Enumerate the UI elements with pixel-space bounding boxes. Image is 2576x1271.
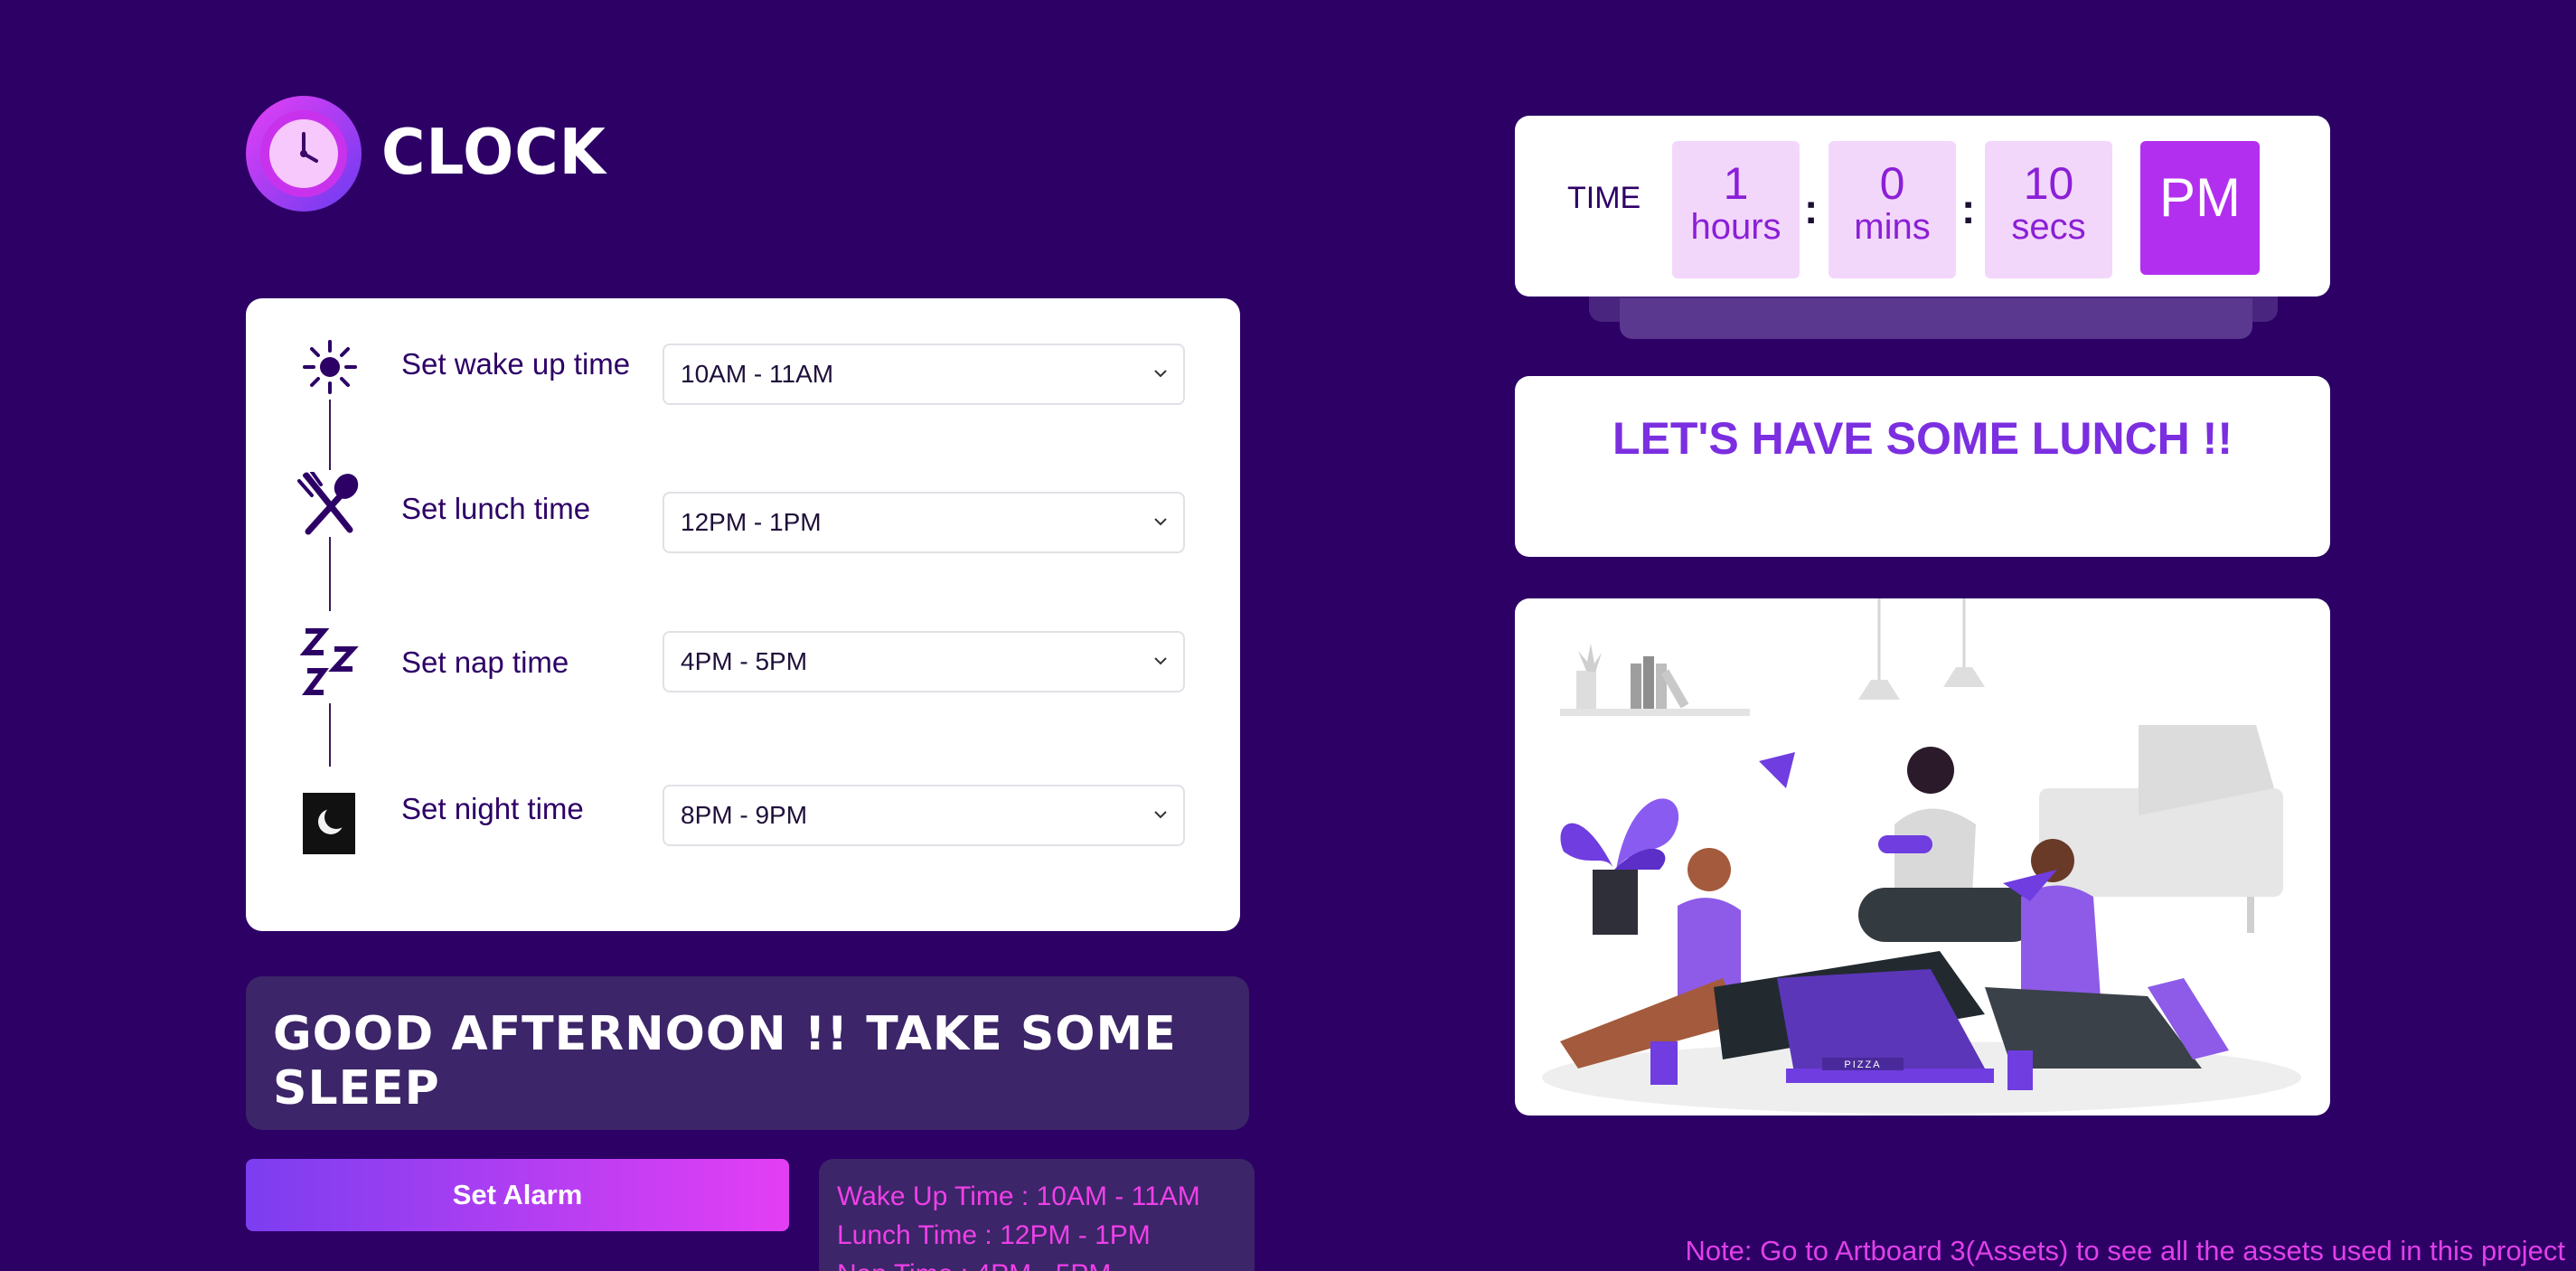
mins-unit: mins <box>1854 207 1931 247</box>
moon-icon <box>303 793 355 854</box>
lunch-illustration: PIZZA <box>1542 598 2301 1114</box>
time-separator: : <box>1804 185 1819 232</box>
chevron-down-icon <box>1154 657 1167 665</box>
hours-value: 1 <box>1723 158 1749 209</box>
timeline-connector <box>329 400 331 470</box>
alarm-summary-panel: Wake Up Time : 10AM - 11AM Lunch Time : … <box>819 1159 1255 1271</box>
mins-box: 0 mins <box>1829 141 1956 278</box>
sun-icon <box>303 340 357 394</box>
time-display-card: TIME 1 hours : 0 mins : 10 secs PM <box>1515 116 2330 297</box>
nap-time-select[interactable]: 4PM - 5PM <box>663 631 1185 692</box>
assets-note: Note: Go to Artboard 3(Assets) to see al… <box>1685 1235 2565 1266</box>
ampm-indicator: PM <box>2140 141 2260 275</box>
lunch-label: Set lunch time <box>401 492 591 525</box>
nap-time-value: 4PM - 5PM <box>681 647 808 675</box>
lunch-time-value: 12PM - 1PM <box>681 508 822 536</box>
app-title: CLOCK <box>381 116 606 189</box>
greeting-text: GOOD AFTERNOON !! TAKE SOME SLEEP <box>273 1007 1177 1116</box>
mins-value: 0 <box>1879 158 1905 209</box>
message-card: LET'S HAVE SOME LUNCH !! <box>1515 376 2330 557</box>
chevron-down-icon <box>1154 811 1167 819</box>
time-label: TIME <box>1567 181 1641 215</box>
greeting-panel: GOOD AFTERNOON !! TAKE SOME SLEEP <box>246 976 1249 1130</box>
schedule-settings-card: Set wake up time 10AM - 11AM Set lunch t… <box>246 298 1240 931</box>
summary-lunch: Lunch Time : 12PM - 1PM <box>837 1220 1151 1250</box>
hours-unit: hours <box>1690 207 1782 247</box>
clock-logo-icon <box>246 96 362 212</box>
wake-up-time-value: 10AM - 11AM <box>681 360 834 388</box>
night-time-value: 8PM - 9PM <box>681 801 808 829</box>
set-alarm-button[interactable]: Set Alarm <box>246 1159 789 1231</box>
hours-box: 1 hours <box>1672 141 1800 278</box>
nap-label: Set nap time <box>401 645 569 679</box>
chevron-down-icon <box>1154 518 1167 526</box>
secs-unit: secs <box>2011 207 2086 247</box>
secs-box: 10 secs <box>1985 141 2112 278</box>
time-separator: : <box>1961 185 1976 232</box>
wake-up-label: Set wake up time <box>401 347 631 381</box>
chevron-down-icon <box>1154 370 1167 378</box>
timeline-connector <box>329 537 331 611</box>
summary-wake-up: Wake Up Time : 10AM - 11AM <box>837 1182 1200 1211</box>
summary-nap: Nap Time : 4PM - 5PM <box>837 1255 1255 1271</box>
message-text: LET'S HAVE SOME LUNCH !! <box>1612 413 2233 464</box>
lunch-time-select[interactable]: 12PM - 1PM <box>663 492 1185 553</box>
card-stack-shadow <box>1620 298 2252 339</box>
zzz-icon <box>300 626 360 698</box>
wake-up-time-select[interactable]: 10AM - 11AM <box>663 344 1185 405</box>
timeline-connector <box>329 703 331 767</box>
pizza-box-label: PIZZA <box>1844 1059 1881 1070</box>
night-label: Set night time <box>401 792 584 825</box>
night-time-select[interactable]: 8PM - 9PM <box>663 785 1185 846</box>
secs-value: 10 <box>2023 158 2074 209</box>
fork-spoon-icon <box>296 472 364 535</box>
lunch-illustration-card: PIZZA <box>1515 598 2330 1116</box>
